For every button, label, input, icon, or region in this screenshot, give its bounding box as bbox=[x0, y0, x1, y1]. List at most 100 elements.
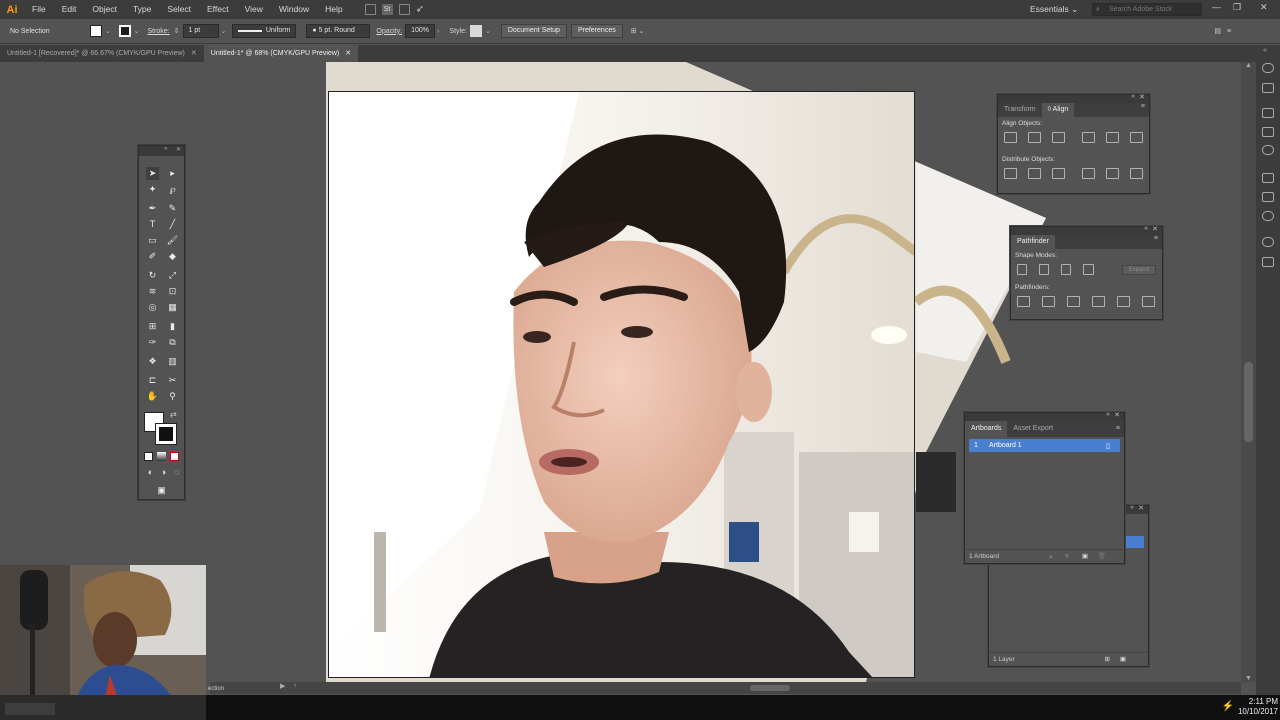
close-icon[interactable]: ✕ bbox=[1139, 93, 1145, 101]
new-artboard-icon[interactable]: ▣ bbox=[1082, 550, 1088, 564]
graph-tool-icon[interactable]: ▥ bbox=[166, 355, 179, 368]
chevron-right-icon[interactable]: › bbox=[437, 28, 439, 35]
artboard-options-icon[interactable]: ▯ bbox=[1106, 442, 1120, 450]
transparency-icon[interactable] bbox=[1262, 211, 1274, 221]
preferences-button[interactable]: Preferences bbox=[570, 24, 623, 38]
line-tool-icon[interactable]: ╱ bbox=[166, 218, 179, 231]
magic-wand-tool-icon[interactable]: ✦ bbox=[146, 183, 159, 196]
artboard-row[interactable]: 1 Artboard 1 ▯ bbox=[969, 439, 1120, 452]
layer-target-icon[interactable] bbox=[1126, 536, 1144, 548]
collapse-icon[interactable]: « bbox=[1263, 47, 1267, 54]
menu-select[interactable]: Select bbox=[159, 0, 199, 19]
gpu-performance-icon[interactable]: ➶ bbox=[416, 4, 424, 15]
arrange-documents-icon[interactable] bbox=[398, 4, 410, 15]
network-icon[interactable]: ⚡ bbox=[1222, 701, 1234, 712]
panel-menu-icon[interactable]: ≡ bbox=[1154, 235, 1162, 249]
color-icon[interactable] bbox=[1262, 63, 1274, 73]
draw-inside-icon[interactable]: ◌ bbox=[170, 466, 183, 479]
symbols-icon[interactable] bbox=[1262, 145, 1274, 155]
close-icon[interactable]: ✕ bbox=[191, 50, 197, 57]
minimize-icon[interactable]: — bbox=[1212, 2, 1221, 12]
menu-file[interactable]: File bbox=[24, 0, 54, 19]
close-icon[interactable]: ✕ bbox=[345, 50, 351, 57]
menu-edit[interactable]: Edit bbox=[54, 0, 85, 19]
close-icon[interactable]: ✕ bbox=[176, 146, 181, 153]
menu-type[interactable]: Type bbox=[125, 0, 159, 19]
panel-header[interactable]: « ✕ bbox=[965, 411, 1124, 421]
close-icon[interactable]: ✕ bbox=[1138, 504, 1144, 512]
unite-icon[interactable] bbox=[1017, 264, 1028, 275]
stroke-label[interactable]: Stroke: bbox=[147, 28, 169, 35]
align-left-icon[interactable] bbox=[1004, 132, 1017, 143]
graphic-styles-icon[interactable] bbox=[1262, 257, 1274, 267]
menu-icon[interactable]: ≡ bbox=[1227, 28, 1231, 35]
shaper-tool-icon[interactable]: ✐ bbox=[146, 250, 159, 263]
scroll-thumb[interactable] bbox=[1244, 362, 1253, 442]
expand-button[interactable]: Expand bbox=[1121, 264, 1156, 275]
crop-icon[interactable] bbox=[1092, 296, 1105, 307]
symbol-sprayer-tool-icon[interactable]: ❖ bbox=[146, 355, 159, 368]
menu-view[interactable]: View bbox=[237, 0, 271, 19]
stepper-icon[interactable]: ⇕ bbox=[174, 27, 180, 35]
style-swatch[interactable] bbox=[469, 25, 482, 37]
mesh-tool-icon[interactable]: ⊞ bbox=[146, 320, 159, 333]
placed-photo[interactable] bbox=[329, 92, 915, 678]
distribute-bottom-icon[interactable] bbox=[1052, 168, 1065, 179]
distribute-left-icon[interactable] bbox=[1082, 168, 1095, 179]
stroke-icon[interactable] bbox=[1262, 173, 1274, 183]
lasso-tool-icon[interactable]: ℘ bbox=[166, 183, 179, 196]
stroke-weight-field[interactable]: 1 pt bbox=[182, 24, 219, 38]
paintbrush-tool-icon[interactable]: 🖌 bbox=[166, 234, 179, 247]
gradient-tool-icon[interactable]: ▮ bbox=[166, 320, 179, 333]
outline-icon[interactable] bbox=[1117, 296, 1130, 307]
exclude-icon[interactable] bbox=[1083, 264, 1094, 275]
chevron-down-icon[interactable]: ⌄ bbox=[221, 27, 227, 35]
collapse-icon[interactable]: « bbox=[1106, 411, 1110, 418]
artboard-tool-icon[interactable]: ⊏ bbox=[146, 374, 159, 387]
eyedropper-tool-icon[interactable]: ✑ bbox=[146, 336, 159, 349]
chevron-up-icon[interactable]: ▲ bbox=[1245, 62, 1252, 69]
panel-options-icon[interactable]: ▤ bbox=[1214, 27, 1221, 35]
blend-tool-icon[interactable]: ⧉ bbox=[166, 336, 179, 349]
document-setup-button[interactable]: Document Setup bbox=[500, 24, 567, 38]
align-horizontal-center-icon[interactable] bbox=[1028, 132, 1041, 143]
collapse-icon[interactable]: « bbox=[1130, 504, 1134, 511]
tab-untitled-recovered[interactable]: Untitled-1 [Recovered]* @ 66.67% (CMYK/G… bbox=[0, 45, 204, 62]
distribute-top-icon[interactable] bbox=[1004, 168, 1017, 179]
chevron-down-icon[interactable]: ▼ bbox=[1245, 675, 1252, 682]
delete-icon[interactable]: 🗑 bbox=[1098, 550, 1106, 564]
chevron-down-icon[interactable]: ⌄ bbox=[485, 27, 491, 35]
menu-window[interactable]: Window bbox=[271, 0, 317, 19]
shape-builder-tool-icon[interactable]: ◎ bbox=[146, 301, 159, 314]
draw-behind-icon[interactable]: ◑ bbox=[157, 466, 170, 479]
tab-untitled-1[interactable]: Untitled-1* @ 68% (CMYK/GPU Preview) ✕ bbox=[203, 45, 359, 62]
merge-icon[interactable] bbox=[1067, 296, 1080, 307]
libraries-icon[interactable] bbox=[1262, 108, 1274, 118]
align-top-icon[interactable] bbox=[1082, 132, 1095, 143]
distribute-vertical-center-icon[interactable] bbox=[1028, 168, 1041, 179]
divide-icon[interactable] bbox=[1017, 296, 1030, 307]
system-clock[interactable]: 2:11 PM 10/10/2017 bbox=[1238, 697, 1278, 717]
gradient-mode-icon[interactable] bbox=[157, 452, 166, 461]
tab-pathfinder[interactable]: Pathfinder bbox=[1011, 235, 1055, 249]
bridge-icon[interactable] bbox=[364, 4, 376, 15]
color-guide-icon[interactable] bbox=[1262, 83, 1274, 93]
stroke-swatch[interactable] bbox=[118, 25, 131, 37]
panel-menu-icon[interactable]: ≡ bbox=[1116, 421, 1124, 437]
new-sublayer-icon[interactable]: ⊞ bbox=[1105, 653, 1110, 667]
scale-tool-icon[interactable]: ⤢ bbox=[166, 269, 179, 282]
move-down-icon[interactable]: ▼ bbox=[1064, 550, 1070, 564]
minus-back-icon[interactable] bbox=[1142, 296, 1155, 307]
tools-panel-header[interactable]: « ✕ bbox=[139, 146, 184, 156]
selection-tool-icon[interactable]: ➤ bbox=[146, 167, 159, 180]
chevron-down-icon[interactable]: ⌄ bbox=[134, 27, 140, 35]
opacity-field[interactable]: 100% bbox=[405, 24, 436, 38]
align-right-icon[interactable] bbox=[1052, 132, 1065, 143]
perspective-grid-tool-icon[interactable]: ▦ bbox=[166, 301, 179, 314]
swap-icon[interactable]: ⇄ bbox=[170, 410, 177, 419]
close-icon[interactable]: ✕ bbox=[1152, 225, 1158, 233]
distribute-right-icon[interactable] bbox=[1130, 168, 1143, 179]
hand-tool-icon[interactable]: ✋ bbox=[146, 390, 159, 403]
align-bottom-icon[interactable] bbox=[1130, 132, 1143, 143]
draw-normal-icon[interactable]: ◐ bbox=[144, 466, 157, 479]
